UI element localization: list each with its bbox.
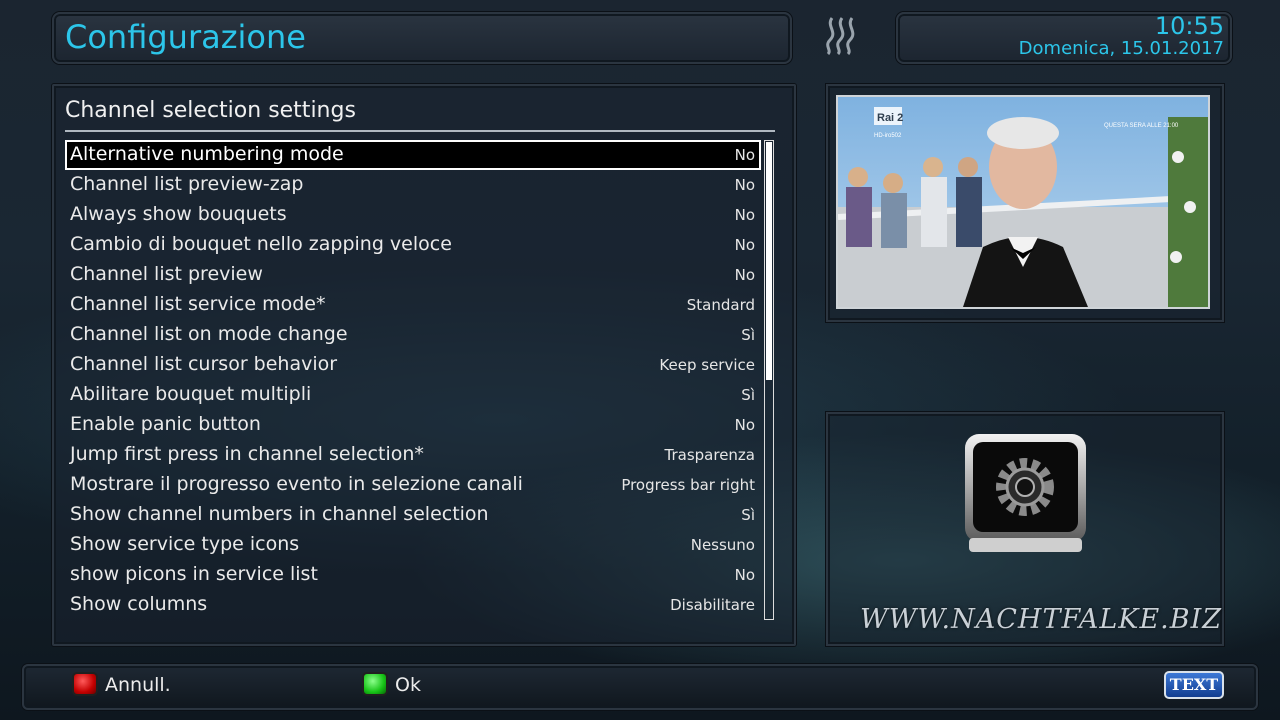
setting-row[interactable]: Channel list on mode change Sì bbox=[65, 320, 761, 350]
setting-label: Channel list on mode change bbox=[70, 323, 348, 345]
watermark: WWW.NACHTFALKE.BIZ bbox=[860, 604, 1222, 635]
channel-sub-label: HD-iro502 bbox=[874, 133, 902, 139]
setting-label: Abilitare bouquet multipli bbox=[70, 383, 312, 405]
clock-date: Domenica, 15.01.2017 bbox=[1018, 38, 1224, 59]
setting-value[interactable]: No bbox=[735, 171, 755, 199]
setting-value[interactable]: Sì bbox=[741, 321, 755, 349]
setting-label: Show channel numbers in channel selectio… bbox=[70, 503, 489, 525]
setting-value[interactable]: No bbox=[735, 411, 755, 439]
setting-value[interactable]: Disabilitare bbox=[670, 591, 755, 619]
section-title: Channel selection settings bbox=[65, 98, 356, 123]
gear-icon bbox=[965, 434, 1086, 552]
channel-logo: Rai 2 bbox=[877, 112, 903, 124]
setting-label: Channel list service mode* bbox=[70, 293, 326, 315]
setting-label: Cambio di bouquet nello zapping veloce bbox=[70, 233, 452, 255]
setting-row[interactable]: Enable panic button No bbox=[65, 410, 761, 440]
setting-value[interactable]: Sì bbox=[741, 501, 755, 529]
tv-preview: Rai 2 HD-iro502 QUESTA SERA ALLE 21:00 bbox=[836, 95, 1210, 309]
setting-row[interactable]: Alternative numbering mode No bbox=[65, 140, 761, 170]
setting-value[interactable]: No bbox=[735, 201, 755, 229]
setting-value[interactable]: Trasparenza bbox=[665, 441, 755, 469]
green-key-icon[interactable] bbox=[362, 672, 388, 696]
setting-label: Channel list preview-zap bbox=[70, 173, 304, 195]
section-divider bbox=[65, 130, 775, 132]
setting-value[interactable]: No bbox=[735, 261, 755, 289]
clock-time: 10:55 bbox=[1154, 12, 1224, 40]
text-button[interactable]: TEXT bbox=[1164, 671, 1224, 699]
setting-label: Alternative numbering mode bbox=[70, 143, 344, 165]
setting-row[interactable]: Channel list cursor behavior Keep servic… bbox=[65, 350, 761, 380]
setting-label: Mostrare il progresso evento in selezion… bbox=[70, 473, 523, 495]
setting-value[interactable]: Sì bbox=[741, 381, 755, 409]
scrollbar[interactable] bbox=[764, 140, 774, 620]
setting-label: Always show bouquets bbox=[70, 203, 287, 225]
ok-button-label[interactable]: Ok bbox=[395, 672, 421, 698]
wave-logo-icon bbox=[826, 17, 855, 56]
setting-value[interactable]: No bbox=[735, 141, 755, 169]
setting-value[interactable]: No bbox=[735, 561, 755, 589]
tv-preview-image: Rai 2 HD-iro502 QUESTA SERA ALLE 21:00 bbox=[838, 97, 1208, 307]
footer-bar bbox=[22, 664, 1258, 710]
preview-overlay-text: QUESTA SERA ALLE 21:00 bbox=[1104, 123, 1179, 129]
setting-row[interactable]: Show service type icons Nessuno bbox=[65, 530, 761, 560]
setting-value[interactable]: Progress bar right bbox=[621, 471, 755, 499]
setting-value[interactable]: Keep service bbox=[659, 351, 755, 379]
setting-value[interactable]: Nessuno bbox=[691, 531, 755, 559]
setting-label: Channel list cursor behavior bbox=[70, 353, 338, 375]
setting-row[interactable]: Cambio di bouquet nello zapping veloce N… bbox=[65, 230, 761, 260]
setting-row[interactable]: Mostrare il progresso evento in selezion… bbox=[65, 470, 761, 500]
setting-label: Jump first press in channel selection* bbox=[70, 443, 424, 465]
settings-list[interactable]: Alternative numbering mode No Channel li… bbox=[65, 140, 761, 620]
scrollbar-thumb[interactable] bbox=[766, 142, 772, 380]
setting-label: Enable panic button bbox=[70, 413, 261, 435]
cancel-button-label[interactable]: Annull. bbox=[105, 672, 171, 698]
setting-row[interactable]: Always show bouquets No bbox=[65, 200, 761, 230]
setting-row[interactable]: Channel list service mode* Standard bbox=[65, 290, 761, 320]
setting-row[interactable]: Channel list preview No bbox=[65, 260, 761, 290]
red-key-icon[interactable] bbox=[72, 672, 98, 696]
setting-row[interactable]: Jump first press in channel selection* T… bbox=[65, 440, 761, 470]
page-title: Configurazione bbox=[65, 18, 306, 56]
setting-row[interactable]: Abilitare bouquet multipli Sì bbox=[65, 380, 761, 410]
setting-row[interactable]: Show channel numbers in channel selectio… bbox=[65, 500, 761, 530]
setting-row[interactable]: show picons in service list No bbox=[65, 560, 761, 590]
setting-value[interactable]: No bbox=[735, 231, 755, 259]
setting-value[interactable]: Standard bbox=[687, 291, 755, 319]
setting-label: Show service type icons bbox=[70, 533, 300, 555]
setting-label: show picons in service list bbox=[70, 563, 318, 585]
setting-row[interactable]: Channel list preview-zap No bbox=[65, 170, 761, 200]
setting-label: Channel list preview bbox=[70, 263, 263, 285]
setting-label: Show columns bbox=[70, 593, 208, 615]
setting-row[interactable]: Show columns Disabilitare bbox=[65, 590, 761, 620]
